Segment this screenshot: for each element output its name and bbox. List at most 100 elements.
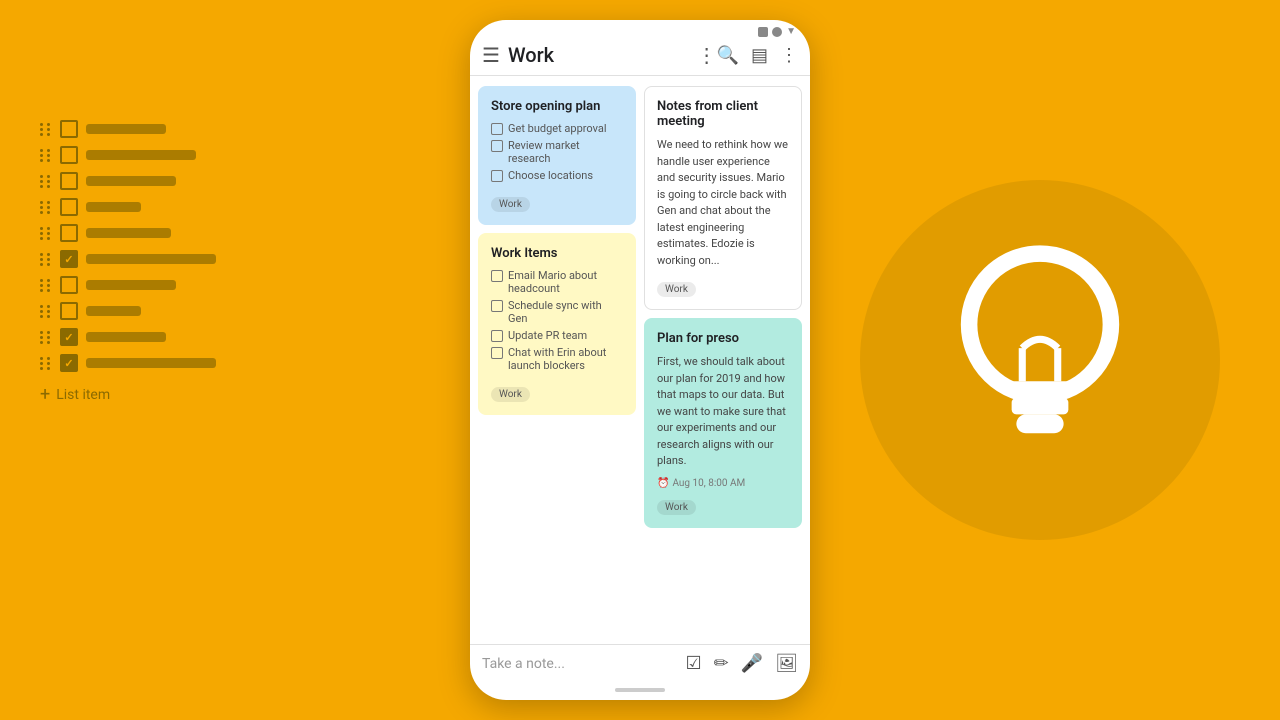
header-more-left-icon[interactable]: ⋮ xyxy=(697,43,717,67)
note-store-opening[interactable]: Store opening plan Get budget approval R… xyxy=(478,86,636,225)
list-row xyxy=(40,328,216,346)
add-list-item[interactable]: + List item xyxy=(40,384,216,405)
list-bar xyxy=(86,124,166,134)
drag-dots xyxy=(40,279,52,292)
notes-area: Store opening plan Get budget approval R… xyxy=(470,76,810,644)
note-work-title: Work Items xyxy=(491,246,623,261)
note-client-tag[interactable]: Work xyxy=(657,282,696,297)
left-list: + List item xyxy=(40,120,216,405)
take-note-placeholder[interactable]: Take a note... xyxy=(482,656,677,672)
bulb-circle xyxy=(860,180,1220,540)
work-check-item-1: Email Mario about headcount xyxy=(491,269,623,295)
notes-col-2: Notes from client meeting We need to ret… xyxy=(644,86,802,634)
hamburger-icon[interactable]: ☰ xyxy=(482,43,500,67)
list-row xyxy=(40,120,216,138)
bottom-bar: Take a note... ☑ ✏ 🎤 🖼 xyxy=(470,644,810,682)
check-item-1: Get budget approval xyxy=(491,122,623,135)
status-arrow: ▼ xyxy=(786,26,796,37)
check-box-1[interactable] xyxy=(491,123,503,135)
status-sq1 xyxy=(758,27,768,37)
work-box-4[interactable] xyxy=(491,347,503,359)
notes-col-1: Store opening plan Get budget approval R… xyxy=(478,86,636,634)
left-checkbox[interactable] xyxy=(60,120,78,138)
left-checkbox[interactable] xyxy=(60,328,78,346)
left-checkbox[interactable] xyxy=(60,302,78,320)
list-row xyxy=(40,146,216,164)
note-client-body: We need to rethink how we handle user ex… xyxy=(657,137,789,269)
check-label-3: Choose locations xyxy=(508,169,593,182)
lightbulb-icon xyxy=(910,230,1170,490)
left-checkbox[interactable] xyxy=(60,198,78,216)
list-row xyxy=(40,224,216,242)
grid-icon[interactable]: ▤ xyxy=(751,45,768,66)
note-client-meeting[interactable]: Notes from client meeting We need to ret… xyxy=(644,86,802,310)
home-bar-indicator xyxy=(615,688,665,692)
check-item-3: Choose locations xyxy=(491,169,623,182)
drag-dots xyxy=(40,201,52,214)
list-bar xyxy=(86,306,141,316)
add-list-label: List item xyxy=(56,387,110,403)
list-bar xyxy=(86,176,176,186)
pen-icon[interactable]: ✏ xyxy=(714,653,729,674)
list-row xyxy=(40,250,216,268)
list-bar xyxy=(86,150,196,160)
check-box-3[interactable] xyxy=(491,170,503,182)
header-left: ☰ Work xyxy=(482,43,697,67)
left-checkbox[interactable] xyxy=(60,354,78,372)
check-label-1: Get budget approval xyxy=(508,122,607,135)
search-icon[interactable]: 🔍 xyxy=(717,45,739,66)
left-checkbox[interactable] xyxy=(60,250,78,268)
list-bar xyxy=(86,280,176,290)
bottom-icons: ☑ ✏ 🎤 🖼 xyxy=(685,653,798,674)
check-icon[interactable]: ☑ xyxy=(685,653,701,674)
drag-dots xyxy=(40,149,52,162)
list-row xyxy=(40,302,216,320)
note-preso-tag[interactable]: Work xyxy=(657,500,696,515)
check-box-2[interactable] xyxy=(491,140,503,152)
list-bar xyxy=(86,228,171,238)
mic-icon[interactable]: 🎤 xyxy=(741,653,763,674)
note-client-title: Notes from client meeting xyxy=(657,99,789,129)
image-icon[interactable]: 🖼 xyxy=(775,653,798,674)
drag-dots xyxy=(40,123,52,136)
clock-icon: ⏰ xyxy=(657,478,669,489)
drag-dots xyxy=(40,227,52,240)
work-label-1: Email Mario about headcount xyxy=(508,269,623,295)
list-row xyxy=(40,198,216,216)
left-checkbox[interactable] xyxy=(60,172,78,190)
note-preso-timestamp: Aug 10, 8:00 AM xyxy=(672,478,745,489)
left-checkbox[interactable] xyxy=(60,276,78,294)
app-header: ☰ Work ⋮ 🔍 ▤ ⋮ xyxy=(470,39,810,76)
work-box-3[interactable] xyxy=(491,330,503,342)
list-bar xyxy=(86,332,166,342)
note-store-tag[interactable]: Work xyxy=(491,197,530,212)
list-row xyxy=(40,354,216,372)
work-box-1[interactable] xyxy=(491,270,503,282)
phone-home-bar xyxy=(470,682,810,700)
more-options-icon[interactable]: ⋮ xyxy=(780,45,798,66)
note-work-items[interactable]: Work Items Email Mario about headcount S… xyxy=(478,233,636,415)
drag-dots xyxy=(40,253,52,266)
note-work-tag[interactable]: Work xyxy=(491,387,530,402)
drag-dots xyxy=(40,305,52,318)
drag-dots xyxy=(40,331,52,344)
check-item-2: Review market research xyxy=(491,139,623,165)
note-preso-body: First, we should talk about our plan for… xyxy=(657,354,789,470)
check-label-2: Review market research xyxy=(508,139,623,165)
phone-status-bar: ▼ xyxy=(470,20,810,39)
status-circle xyxy=(772,27,782,37)
note-store-checklist: Get budget approval Review market resear… xyxy=(491,122,623,182)
phone-mockup: ▼ ☰ Work ⋮ 🔍 ▤ ⋮ Store opening plan Get … xyxy=(470,20,810,700)
work-box-2[interactable] xyxy=(491,300,503,312)
left-checkbox[interactable] xyxy=(60,224,78,242)
list-row xyxy=(40,276,216,294)
note-plan-preso[interactable]: Plan for preso First, we should talk abo… xyxy=(644,318,802,528)
work-label-3: Update PR team xyxy=(508,329,587,342)
add-plus-icon: + xyxy=(40,384,50,405)
drag-dots xyxy=(40,175,52,188)
header-right: 🔍 ▤ ⋮ xyxy=(717,45,798,66)
note-work-checklist: Email Mario about headcount Schedule syn… xyxy=(491,269,623,372)
note-preso-time: ⏰ Aug 10, 8:00 AM xyxy=(657,478,789,489)
work-check-item-3: Update PR team xyxy=(491,329,623,342)
left-checkbox[interactable] xyxy=(60,146,78,164)
